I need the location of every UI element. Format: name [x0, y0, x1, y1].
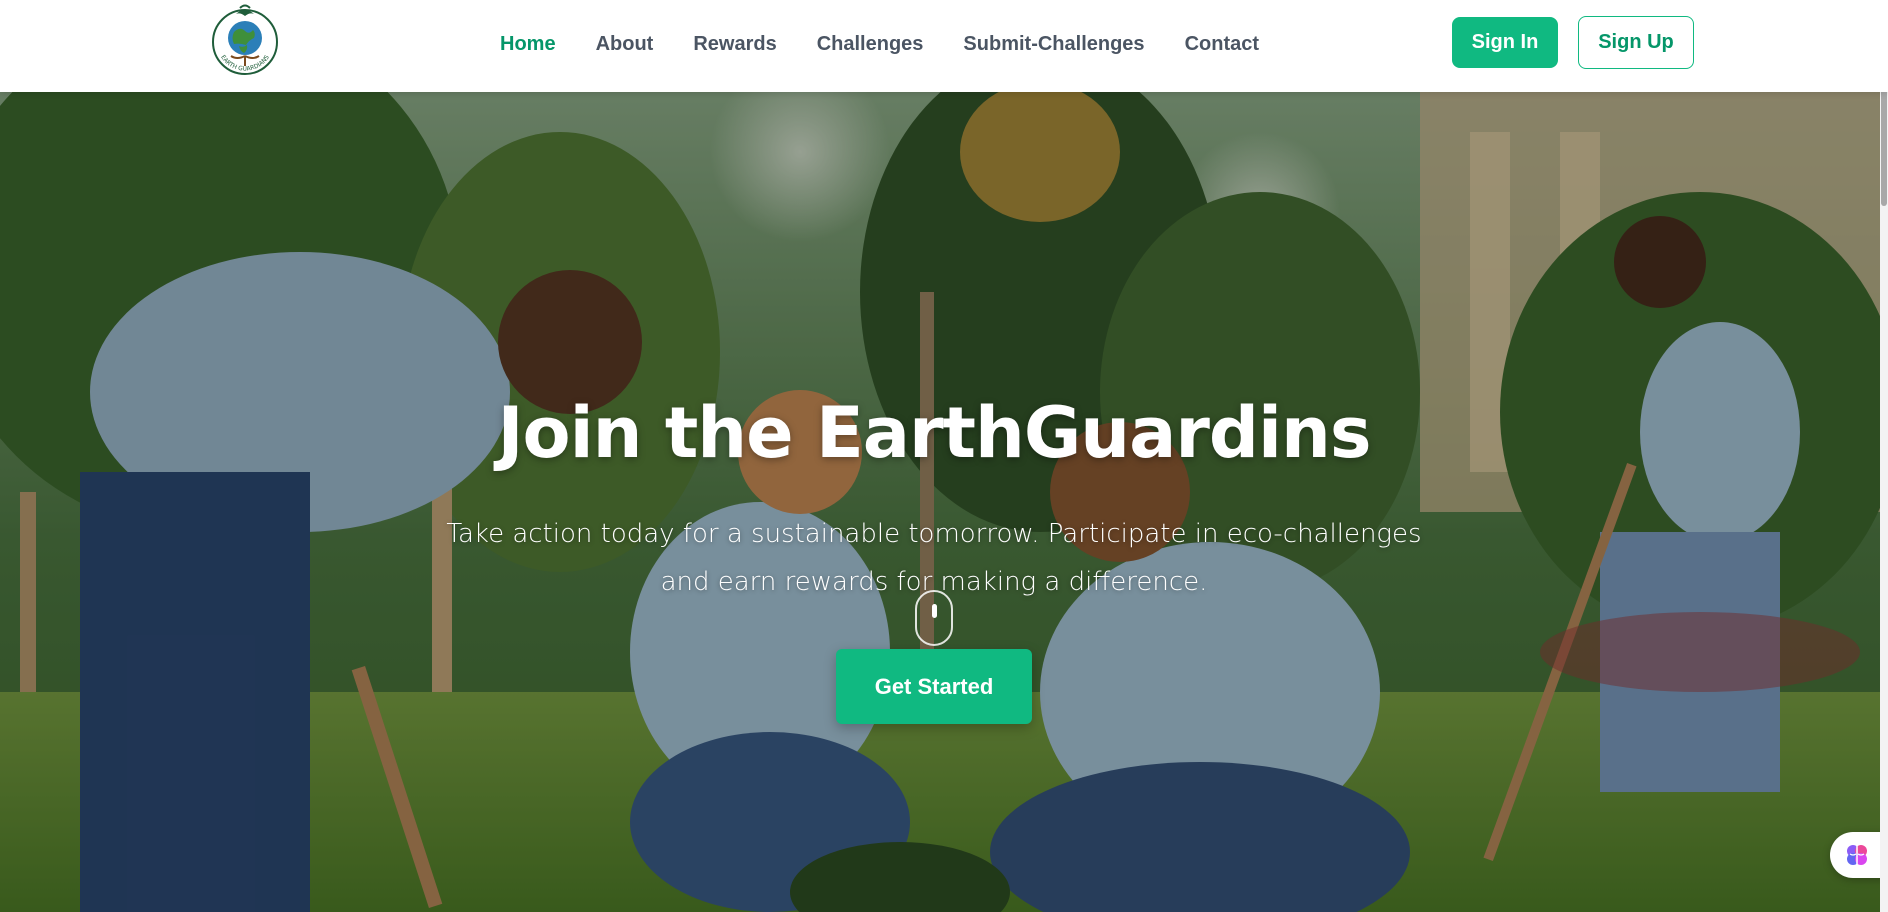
hero-title: Join the EarthGuardins	[497, 392, 1372, 474]
main-nav: Home About Rewards Challenges Submit-Cha…	[500, 0, 1259, 88]
nav-submit-challenges[interactable]: Submit-Challenges	[963, 33, 1144, 56]
sign-in-button[interactable]: Sign In	[1452, 17, 1558, 68]
brain-icon	[1847, 845, 1867, 865]
nav-rewards[interactable]: Rewards	[693, 33, 776, 56]
get-started-button[interactable]: Get Started	[836, 649, 1032, 724]
nav-contact[interactable]: Contact	[1185, 33, 1259, 56]
hero-content: Join the EarthGuardins Take action today…	[0, 92, 1868, 912]
sign-up-button[interactable]: Sign Up	[1578, 16, 1694, 69]
hero-section: Join the EarthGuardins Take action today…	[0, 92, 1880, 912]
mouse-scroll-icon	[915, 590, 953, 646]
assistant-widget[interactable]	[1830, 832, 1886, 878]
nav-home[interactable]: Home	[500, 33, 556, 56]
globe-icon: EARTH GUARDIANS	[212, 4, 278, 75]
earth-guardians-logo[interactable]: EARTH GUARDIANS	[206, 0, 284, 88]
nav-about[interactable]: About	[596, 33, 654, 56]
navbar: EARTH GUARDIANS Home About Rewards Chall…	[0, 0, 1888, 92]
scroll-dot	[932, 604, 937, 618]
nav-challenges[interactable]: Challenges	[817, 33, 924, 56]
